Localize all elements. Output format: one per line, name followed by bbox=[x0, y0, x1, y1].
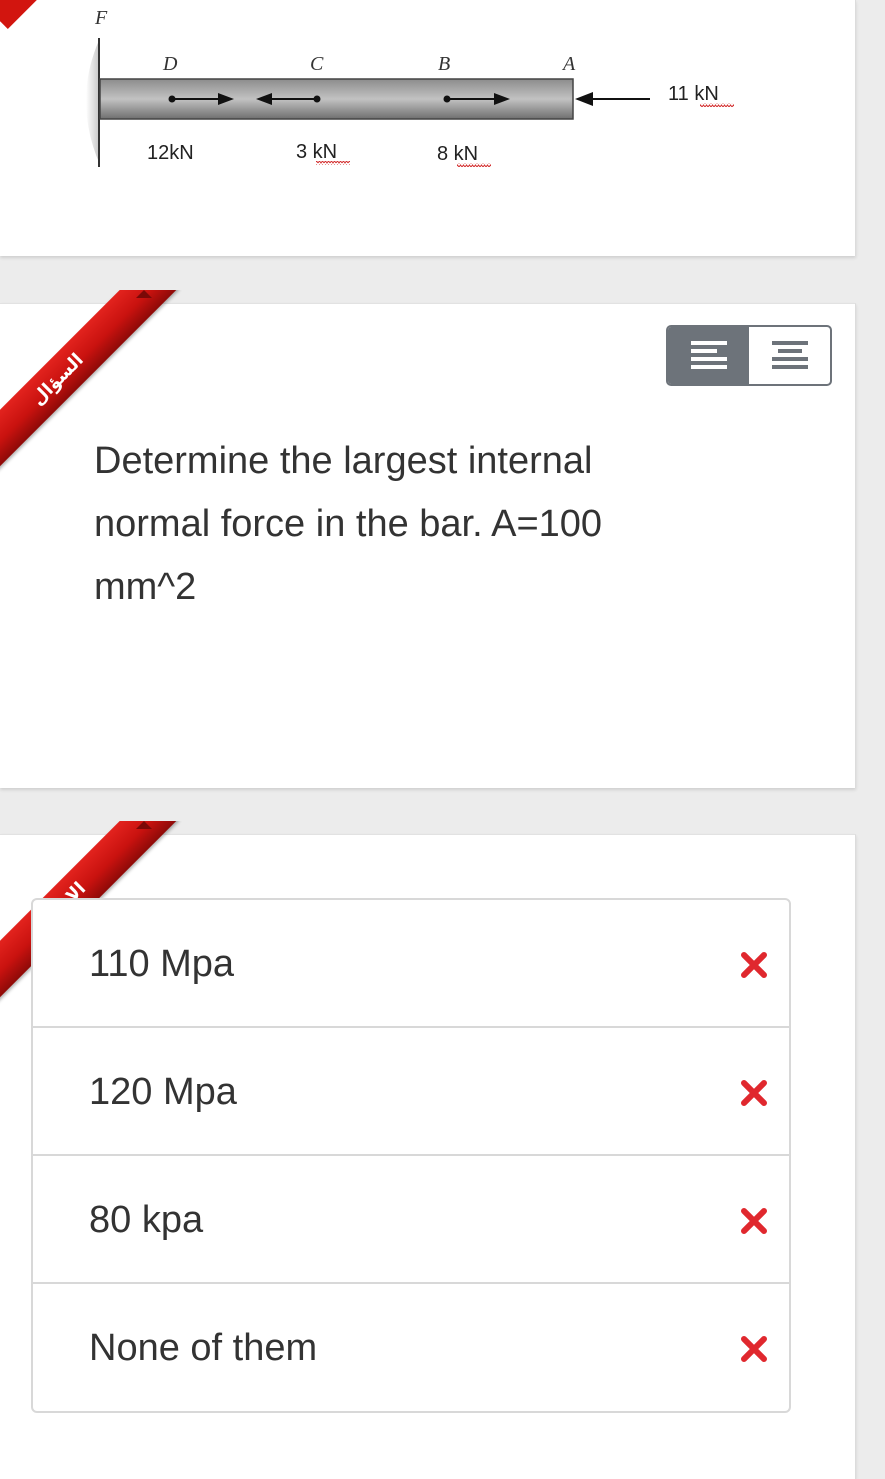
fixed-support bbox=[86, 38, 100, 165]
load-c-label: 3 kN bbox=[296, 141, 337, 163]
answer-label: 120 Mpa bbox=[89, 1071, 237, 1113]
load-b-label: 8 kN bbox=[437, 143, 478, 165]
close-icon bbox=[741, 1208, 767, 1234]
question-text: Determine the largest internal normal fo… bbox=[94, 440, 603, 608]
answer-label: 110 Mpa bbox=[89, 943, 235, 985]
bar-diagram: F D C B A 12kN 3 kN 8 kN 11 kN bbox=[86, 7, 734, 167]
load-a-label: 11 kN bbox=[668, 83, 719, 105]
point-f-label: F bbox=[94, 7, 108, 29]
align-center-icon bbox=[771, 340, 808, 369]
answer-option[interactable]: 110 Mpa bbox=[33, 900, 789, 1028]
answer-option[interactable]: 80 kpa bbox=[33, 1156, 789, 1284]
diagram-card: F D C B A 12kN 3 kN 8 kN 11 kN bbox=[0, 0, 856, 256]
close-icon bbox=[741, 1080, 767, 1106]
answer-list: 110 Mpa 120 Mpa 80 kpa None of them bbox=[31, 898, 791, 1413]
answer-option[interactable]: None of them bbox=[33, 1284, 789, 1412]
close-icon bbox=[741, 952, 767, 978]
point-a-label: A bbox=[561, 53, 576, 75]
point-c-label: C bbox=[310, 53, 324, 75]
load-d-label: 12kN bbox=[147, 142, 194, 164]
point-d-label: D bbox=[162, 53, 178, 75]
arrow-left-icon bbox=[575, 92, 650, 106]
answer-label: None of them bbox=[89, 1327, 318, 1369]
answer-label: 80 kpa bbox=[89, 1199, 204, 1241]
answer-option[interactable]: 120 Mpa bbox=[33, 1028, 789, 1156]
align-justify-button[interactable] bbox=[749, 327, 830, 384]
align-left-button[interactable] bbox=[668, 327, 749, 384]
point-b-label: B bbox=[438, 53, 450, 75]
close-icon bbox=[741, 1336, 767, 1362]
align-left-icon bbox=[690, 340, 727, 369]
text-align-toggle[interactable] bbox=[666, 325, 832, 386]
